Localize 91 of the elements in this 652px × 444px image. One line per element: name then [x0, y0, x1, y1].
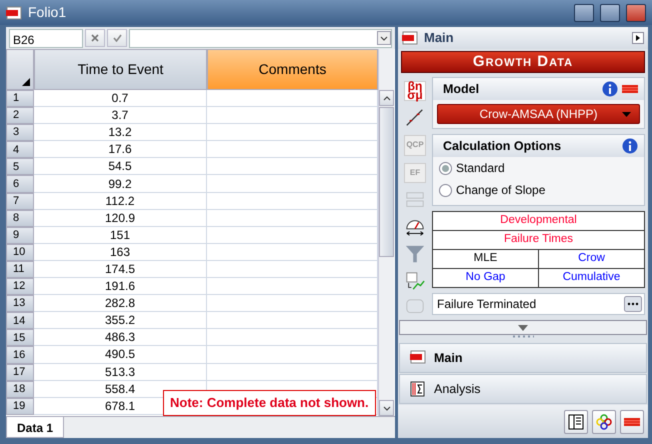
maximize-button[interactable] — [600, 4, 620, 22]
group-title: Calculation Options — [443, 138, 562, 155]
row-header[interactable]: 16 — [6, 346, 34, 364]
nav-item[interactable]: Analysis — [399, 374, 647, 404]
summary-cell: Crow — [538, 250, 644, 268]
info-icon[interactable] — [622, 138, 638, 154]
corner-triangle-icon — [22, 78, 30, 86]
row-header[interactable]: 18 — [6, 380, 34, 398]
toolbar-button[interactable] — [592, 410, 616, 434]
row-header[interactable]: 1 — [6, 90, 34, 108]
summary-cell: Developmental — [432, 212, 644, 230]
row-header[interactable]: 15 — [6, 329, 34, 346]
tool-button[interactable]: βη σμ — [404, 81, 426, 102]
table-cell: 490.5 — [34, 346, 207, 364]
table-cell: 174.5 — [34, 260, 207, 278]
dropdown-icon — [377, 31, 391, 45]
cancel-button[interactable] — [85, 29, 105, 47]
row-header[interactable]: 5 — [6, 158, 34, 176]
row-header[interactable]: 4 — [6, 141, 34, 158]
row-header[interactable]: 13 — [6, 295, 34, 312]
minimize-button[interactable] — [574, 4, 594, 22]
select-all-corner[interactable] — [6, 49, 34, 90]
cancel-icon — [91, 34, 99, 42]
row-header[interactable]: 10 — [6, 244, 34, 261]
caret-icon — [622, 112, 631, 117]
row-header[interactable]: 17 — [6, 364, 34, 381]
confirm-button[interactable] — [107, 29, 127, 47]
table-cell: 54.5 — [34, 158, 207, 176]
summary-cell: MLE — [432, 250, 538, 268]
radio-button[interactable] — [439, 162, 452, 174]
rings-icon — [595, 412, 613, 430]
chevron-down-icon — [518, 324, 528, 330]
table-cell: 282.8 — [34, 295, 207, 312]
check-icon — [112, 34, 122, 42]
row-header[interactable]: 2 — [6, 107, 34, 124]
panel-title: Main — [424, 29, 454, 48]
chart-icon[interactable] — [404, 270, 426, 291]
table-cell: 355.2 — [34, 312, 207, 330]
scroll-thumb[interactable] — [379, 107, 394, 257]
radio-button[interactable] — [439, 184, 452, 196]
table-cell: 151 — [34, 226, 207, 244]
table-cell: 513.3 — [34, 364, 207, 381]
summary-cell: Cumulative — [538, 268, 644, 288]
column-header[interactable]: Time to Event — [34, 49, 207, 90]
table-cell: 486.3 — [34, 329, 207, 346]
panel-icon — [567, 412, 585, 430]
row-header[interactable]: 11 — [6, 260, 34, 278]
document-icon — [6, 6, 22, 20]
window-title: Folio1 — [28, 3, 66, 22]
table-cell: 112.2 — [34, 192, 207, 210]
row-header[interactable]: 7 — [6, 192, 34, 210]
sigma-icon — [410, 381, 426, 397]
table-cell: 163 — [34, 244, 207, 261]
grip-icon — [512, 335, 534, 338]
scroll-down-button[interactable] — [379, 400, 394, 416]
document-icon — [410, 350, 426, 366]
expand-bar[interactable] — [399, 320, 647, 335]
row-header[interactable]: 3 — [6, 124, 34, 142]
model-dropdown[interactable]: Crow-AMSAA (NHPP) — [437, 104, 640, 124]
row-header[interactable]: 12 — [6, 278, 34, 296]
table-cell: 3.7 — [34, 107, 207, 124]
row-header[interactable]: 6 — [6, 175, 34, 193]
table-cell: 120.9 — [34, 210, 207, 227]
row-header[interactable]: 8 — [6, 210, 34, 227]
chevron-down-icon — [382, 406, 390, 410]
table-cell: 17.6 — [34, 141, 207, 158]
cell-reference-field[interactable]: B26 — [9, 28, 83, 48]
row-header[interactable]: 9 — [6, 226, 34, 244]
row-header[interactable]: 14 — [6, 312, 34, 330]
table-cell: 0.7 — [34, 90, 207, 108]
row-header[interactable]: 19 — [6, 398, 34, 415]
sheet-tab[interactable]: Data 1 — [6, 417, 64, 438]
chevron-up-icon — [382, 96, 390, 100]
formula-field[interactable] — [129, 28, 392, 48]
nav-item[interactable]: Main — [399, 343, 647, 373]
table-cell: 99.2 — [34, 175, 207, 193]
info-icon[interactable] — [602, 81, 618, 97]
column-header[interactable]: Comments — [207, 49, 378, 90]
note-label: Note: Complete data not shown. — [163, 390, 376, 416]
toolbar-button[interactable] — [564, 410, 588, 434]
document-icon — [402, 31, 418, 45]
radio-label[interactable]: Standard — [456, 159, 505, 177]
scroll-up-button[interactable] — [379, 90, 394, 106]
table-cell: 13.2 — [34, 124, 207, 142]
summary-cell: No Gap — [432, 268, 538, 288]
group-title: Model — [443, 80, 480, 98]
close-button[interactable] — [626, 4, 646, 22]
summary-cell: Failure Times — [432, 230, 644, 250]
table-cell: 191.6 — [34, 278, 207, 296]
banner-title: Growth Data — [401, 51, 645, 73]
radio-label[interactable]: Change of Slope — [456, 181, 546, 199]
